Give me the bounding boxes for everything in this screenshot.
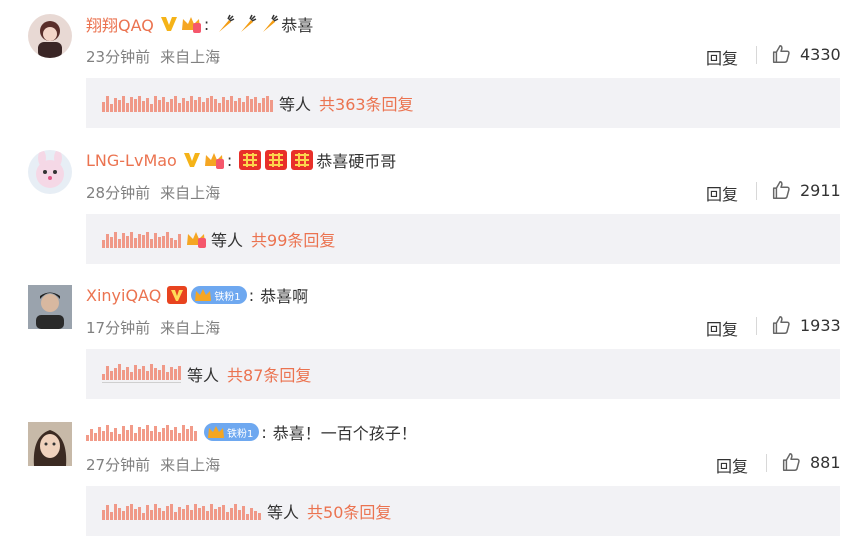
colon: : xyxy=(226,150,233,170)
masked-username xyxy=(86,423,197,441)
like-button[interactable]: 4330 xyxy=(770,43,841,65)
like-button[interactable]: 881 xyxy=(780,451,841,473)
comment-header: 翔翔QAQ : 恭喜 xyxy=(86,12,313,36)
avatar[interactable] xyxy=(28,14,72,58)
fan-level-badge: 铁粉1 xyxy=(191,286,247,304)
like-button[interactable]: 2911 xyxy=(770,179,841,201)
reply-button[interactable]: 回复 xyxy=(706,181,738,205)
location: 来自上海 xyxy=(160,319,221,337)
reply-etc: 等人 xyxy=(211,231,244,250)
fan-level-text: 铁粉1 xyxy=(214,291,241,303)
comment-meta: 17分钟前 来自上海 xyxy=(86,317,220,338)
comment-text: 恭喜 xyxy=(281,16,314,35)
reply-total-link[interactable]: 共87条回复 xyxy=(227,362,311,386)
crown-icon xyxy=(195,289,212,301)
timestamp: 17分钟前 xyxy=(86,319,151,337)
reply-preview[interactable]: 等人 共99条回复 xyxy=(86,214,840,264)
comment-item: LNG-LvMao : 恭喜硬币哥 28分钟前 来自上海 回复 2911 等人 … xyxy=(0,136,866,272)
comment-item: XinyiQAQ 铁粉1 : 恭喜啊 17分钟前 来自上海 回复 1933 等人… xyxy=(0,271,866,407)
masked-usernames xyxy=(102,502,261,520)
like-count: 881 xyxy=(810,452,841,472)
location: 来自上海 xyxy=(160,48,221,66)
timestamp: 28分钟前 xyxy=(86,184,151,202)
like-count: 2911 xyxy=(800,180,841,200)
member-crown-icon xyxy=(180,14,202,34)
timestamp: 27分钟前 xyxy=(86,456,151,474)
divider xyxy=(756,317,757,335)
reply-preview[interactable]: 等人 共363条回复 xyxy=(86,78,840,128)
divider xyxy=(766,454,767,472)
reply-preview[interactable]: 等人 共87条回复 xyxy=(86,349,840,399)
double-happiness-icon xyxy=(238,149,262,171)
comment-meta: 27分钟前 来自上海 xyxy=(86,454,220,475)
masked-usernames xyxy=(102,94,273,112)
carrot-icon xyxy=(259,14,279,34)
thumbs-up-icon xyxy=(782,453,800,471)
fan-level-text: 铁粉1 xyxy=(227,428,254,440)
reply-preview[interactable]: 等人 共50条回复 xyxy=(86,486,840,536)
masked-usernames xyxy=(102,230,181,248)
avatar[interactable] xyxy=(28,150,72,194)
comment-content: 恭喜 xyxy=(215,12,313,36)
divider xyxy=(756,46,757,64)
member-crown-icon xyxy=(185,229,207,249)
location: 来自上海 xyxy=(160,184,221,202)
reply-etc: 等人 xyxy=(279,95,312,114)
masked-usernames xyxy=(102,364,181,383)
location: 来自上海 xyxy=(160,456,221,474)
comment-text: 恭喜硬币哥 xyxy=(316,152,397,171)
avatar[interactable] xyxy=(28,285,72,329)
username[interactable] xyxy=(86,423,200,441)
comment-content: 恭喜硬币哥 xyxy=(238,148,396,172)
colon: : xyxy=(261,422,267,442)
comment-header: 铁粉1 : 恭喜！一百个孩子！ xyxy=(86,420,417,444)
reply-button[interactable]: 回复 xyxy=(706,316,738,340)
reply-total-link[interactable]: 共363条回复 xyxy=(319,91,414,115)
thumbs-up-icon xyxy=(772,181,790,199)
comment-item: 铁粉1 : 恭喜！一百个孩子！ 27分钟前 来自上海 回复 881 等人 共50… xyxy=(0,408,866,541)
verified-v-icon xyxy=(167,286,188,304)
like-button[interactable]: 1933 xyxy=(770,314,841,336)
reply-button[interactable]: 回复 xyxy=(716,453,748,477)
double-happiness-icon xyxy=(264,149,288,171)
comment-meta: 23分钟前 来自上海 xyxy=(86,46,220,67)
like-count: 4330 xyxy=(800,44,841,64)
reply-total-link[interactable]: 共50条回复 xyxy=(307,499,391,523)
comment-item: 翔翔QAQ : 恭喜 23分钟前 来自上海 回复 4330 等人 共363条回复 xyxy=(0,0,866,136)
comment-meta: 28分钟前 来自上海 xyxy=(86,182,220,203)
username[interactable]: XinyiQAQ xyxy=(86,286,161,305)
comment-header: LNG-LvMao : 恭喜硬币哥 xyxy=(86,148,396,172)
comment-content: 恭喜！一百个孩子！ xyxy=(273,420,417,444)
reply-etc: 等人 xyxy=(267,503,300,522)
reply-total-link[interactable]: 共99条回复 xyxy=(251,227,335,251)
colon: : xyxy=(203,14,210,34)
fan-level-badge: 铁粉1 xyxy=(204,423,260,441)
reply-etc: 等人 xyxy=(187,366,220,385)
crown-icon xyxy=(208,426,224,438)
divider xyxy=(756,182,757,200)
carrot-icon xyxy=(215,14,235,34)
thumbs-up-icon xyxy=(772,316,790,334)
comment-text: 恭喜！一百个孩子！ xyxy=(272,424,417,443)
member-crown-icon xyxy=(203,150,225,170)
avatar[interactable] xyxy=(28,422,72,466)
comment-content: 恭喜啊 xyxy=(260,283,308,307)
username[interactable]: LNG-LvMao xyxy=(86,151,177,170)
username[interactable]: 翔翔QAQ xyxy=(86,12,154,36)
reply-button[interactable]: 回复 xyxy=(706,45,738,69)
thumbs-up-icon xyxy=(772,45,790,63)
verified-v-icon xyxy=(160,16,178,32)
colon: : xyxy=(248,285,255,305)
double-happiness-icon xyxy=(290,149,314,171)
timestamp: 23分钟前 xyxy=(86,48,151,66)
like-count: 1933 xyxy=(800,315,841,335)
verified-v-icon xyxy=(183,152,201,168)
comment-header: XinyiQAQ 铁粉1 : 恭喜啊 xyxy=(86,283,308,307)
carrot-icon xyxy=(237,14,257,34)
comment-text: 恭喜啊 xyxy=(260,287,309,306)
